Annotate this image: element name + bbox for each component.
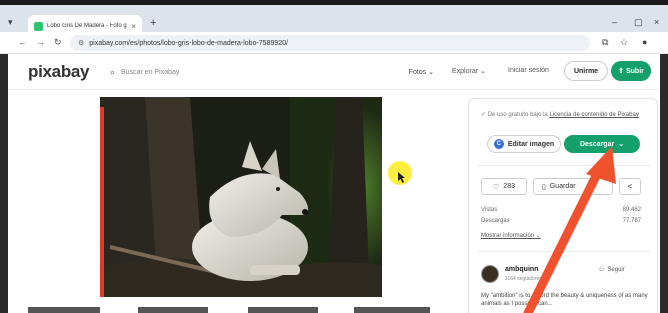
forward-icon[interactable]: → (36, 37, 45, 47)
page-viewport: pixabay ⌕ Buscar en Pixabay Fotos ⌄ Expl… (8, 54, 660, 313)
translate-icon[interactable]: ⧉ (602, 37, 608, 48)
pixabay-favicon-icon (34, 21, 43, 31)
new-tab-button[interactable]: + (150, 17, 156, 29)
url-text: pixabay.com/es/photos/lobo-gris-lobo-de-… (89, 39, 288, 47)
reload-icon[interactable]: ↻ (54, 37, 62, 48)
minimize-icon[interactable]: – (612, 17, 617, 27)
tab-close-icon[interactable]: × (131, 22, 136, 31)
tab-title: Lobo Gris De Madera - Foto gratis (47, 23, 127, 29)
bookmark-star-icon[interactable]: ☆ (620, 37, 628, 48)
browser-tab-strip: ▾ Lobo Gris De Madera - Foto gratis × + … (0, 0, 668, 37)
back-icon[interactable]: ← (18, 37, 27, 47)
tab-list-icon[interactable]: ▾ (8, 17, 13, 28)
address-bar: ← → ↻ ⚙ pixabay.com/es/photos/lobo-gris-… (0, 32, 668, 54)
site-info-icon[interactable]: ⚙ (78, 39, 84, 47)
url-field[interactable]: ⚙ pixabay.com/es/photos/lobo-gris-lobo-d… (70, 35, 590, 51)
profile-icon[interactable]: ● (642, 37, 647, 47)
close-window-icon[interactable]: × (654, 17, 659, 27)
maximize-icon[interactable]: ▢ (634, 17, 643, 28)
annotation-arrow (523, 146, 616, 313)
